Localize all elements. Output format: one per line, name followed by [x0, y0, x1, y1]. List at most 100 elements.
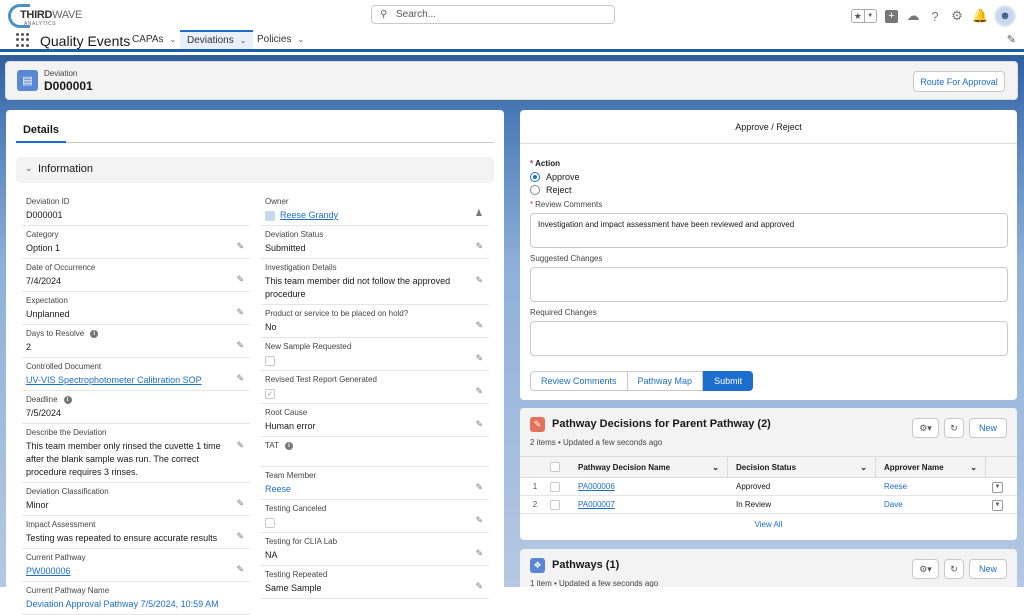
chevron-down-icon[interactable]: ⌄	[860, 463, 867, 472]
edit-pencil-icon[interactable]: ✎	[236, 531, 244, 542]
app-nav-bar: Quality Events CAPAs ⌄ Deviations ⌄ Polici…	[0, 30, 1024, 52]
edit-pencil-icon[interactable]: ✎	[475, 482, 483, 493]
section-label: Information	[38, 163, 94, 175]
row-menu-dropdown-icon[interactable]: ▼	[992, 481, 1003, 493]
edit-pencil-icon[interactable]: ✎	[236, 564, 244, 575]
radio-unselected-icon[interactable]	[530, 184, 540, 195]
list-settings-gear-icon[interactable]: ⚙▾	[912, 418, 939, 438]
column-header-name[interactable]: Pathway Decision Name ⌄	[570, 456, 728, 478]
row-checkbox[interactable]	[550, 481, 560, 492]
route-for-approval-button[interactable]: Route For Approval	[913, 71, 1005, 92]
info-icon[interactable]: i	[63, 395, 72, 404]
view-all-link[interactable]: View All	[520, 514, 1017, 536]
new-decision-button[interactable]: New	[969, 418, 1007, 438]
review-comments-textarea[interactable]: Investigation and impact assessment have…	[530, 213, 1008, 248]
edit-pencil-icon[interactable]: ✎	[236, 241, 244, 252]
row-menu-dropdown-icon[interactable]: ▼	[992, 499, 1003, 511]
pathway-icon: ❖	[530, 558, 545, 573]
edit-pencil-icon[interactable]: ✎	[475, 320, 483, 331]
list-settings-gear-icon[interactable]: ⚙▾	[912, 559, 939, 579]
star-icon[interactable]: ★	[852, 10, 864, 22]
edit-pencil-icon[interactable]: ✎	[236, 340, 244, 351]
reject-radio[interactable]: Reject	[530, 183, 1008, 196]
notifications-bell-icon[interactable]: 🔔	[972, 8, 988, 24]
change-owner-icon[interactable]: ♟	[475, 208, 483, 219]
decision-pencil-icon: ✎	[530, 417, 545, 432]
info-icon[interactable]: i	[90, 329, 99, 338]
chevron-down-icon[interactable]: ⌄	[970, 463, 977, 472]
edit-pencil-icon[interactable]: ✎	[236, 498, 244, 509]
current-pathway-link[interactable]: PW000006	[26, 565, 246, 578]
owner-link[interactable]: Reese Grandy	[280, 210, 338, 220]
action-label: * Action	[530, 159, 1008, 170]
information-section-header[interactable]: ⌄ Information	[16, 157, 494, 183]
field-value: Unplanned	[26, 309, 70, 319]
info-icon[interactable]: i	[284, 441, 293, 450]
favorites-button[interactable]: ★ ▼	[851, 9, 877, 23]
suggested-changes-textarea[interactable]	[530, 267, 1008, 302]
review-comments-button[interactable]: Review Comments	[530, 371, 628, 391]
edit-pencil-icon[interactable]: ✎	[475, 241, 483, 252]
field-label: Current Pathway	[26, 553, 86, 562]
logo-text-light: WAVE	[52, 9, 83, 21]
decision-name-link[interactable]: PA000006	[578, 482, 615, 491]
decision-name-link[interactable]: PA000007	[578, 500, 615, 509]
column-header-approver[interactable]: Approver Name ⌄	[876, 456, 986, 478]
global-search-input[interactable]: ⚲ Search...	[371, 5, 615, 24]
chevron-down-icon[interactable]: ⌄	[712, 463, 719, 472]
radio-label: Approve	[546, 171, 580, 182]
edit-pencil-icon[interactable]: ✎	[475, 515, 483, 526]
field-deviation-status: Deviation Status Submitted ✎	[261, 226, 489, 259]
refresh-icon[interactable]: ↻	[944, 418, 964, 438]
edit-pencil-icon[interactable]: ✎	[475, 419, 483, 430]
nav-tab-capas[interactable]: CAPAs ⌄	[125, 30, 183, 49]
thirdwave-logo[interactable]: THIRDWAVE ANALYTICS	[8, 4, 88, 28]
submit-button[interactable]: Submit	[703, 371, 754, 391]
select-all-checkbox[interactable]	[550, 462, 560, 472]
team-member-link[interactable]: Reese	[265, 483, 485, 496]
field-days-to-resolve: Days to Resolve i 2 ✎	[22, 325, 250, 358]
edit-pencil-icon[interactable]: ✎	[236, 307, 244, 318]
edit-pencil-icon[interactable]: ✎	[236, 440, 244, 451]
tab-details[interactable]: Details	[16, 120, 66, 143]
new-pathway-button[interactable]: New	[969, 559, 1007, 579]
chevron-down-icon[interactable]: ⌄	[170, 35, 177, 44]
current-pathway-name-link[interactable]: Deviation Approval Pathway 7/5/2024, 10:…	[26, 598, 246, 611]
object-label: Deviation	[44, 69, 78, 78]
field-deviation-id: Deviation ID D000001	[22, 193, 250, 226]
edit-pencil-icon[interactable]: ✎	[475, 353, 483, 364]
row-checkbox[interactable]	[550, 499, 560, 510]
nav-tab-deviations[interactable]: Deviations ⌄	[180, 30, 254, 49]
edit-pencil-icon[interactable]: ✎	[236, 274, 244, 285]
pathway-decisions-title[interactable]: Pathway Decisions for Parent Pathway (2)	[552, 418, 771, 430]
trailhead-icon[interactable]: ☁	[906, 8, 920, 24]
row-select	[550, 495, 570, 514]
pathway-map-button[interactable]: Pathway Map	[627, 371, 704, 391]
setup-gear-icon[interactable]: ⚙	[950, 8, 964, 24]
app-launcher-icon[interactable]	[16, 33, 30, 47]
column-header-status[interactable]: Decision Status ⌄	[728, 456, 876, 478]
edit-pencil-icon[interactable]: ✎	[475, 386, 483, 397]
controlled-document-link[interactable]: UV-VIS Spectrophotometer Calibration SOP	[26, 374, 246, 387]
refresh-icon[interactable]: ↻	[944, 559, 964, 579]
radio-selected-icon[interactable]	[530, 171, 540, 182]
nav-tab-policies[interactable]: Policies ⌄	[250, 30, 311, 49]
add-icon[interactable]: +	[885, 9, 898, 23]
user-avatar[interactable]: ☻	[994, 5, 1016, 27]
edit-pencil-icon[interactable]: ✎	[475, 548, 483, 559]
field-deviation-classification: Deviation Classification Minor ✎	[22, 483, 250, 516]
edit-pencil-icon[interactable]: ✎	[236, 373, 244, 384]
approver-link[interactable]: Dave	[884, 500, 903, 509]
favorites-dropdown-icon[interactable]: ▼	[863, 10, 877, 22]
chevron-down-icon[interactable]: ⌄	[297, 35, 304, 44]
approver-link[interactable]: Reese	[884, 482, 907, 491]
help-icon[interactable]: ?	[928, 9, 942, 24]
field-label: New Sample Requested	[265, 342, 352, 351]
edit-pencil-icon[interactable]: ✎	[475, 275, 483, 286]
pathways-title[interactable]: Pathways (1)	[552, 559, 619, 571]
field-label: Investigation Details	[265, 263, 337, 272]
chevron-down-icon[interactable]: ⌄	[240, 36, 247, 45]
approve-radio[interactable]: Approve	[530, 170, 1008, 183]
edit-nav-pencil-icon[interactable]: ✎	[1007, 33, 1016, 46]
required-changes-textarea[interactable]	[530, 321, 1008, 356]
